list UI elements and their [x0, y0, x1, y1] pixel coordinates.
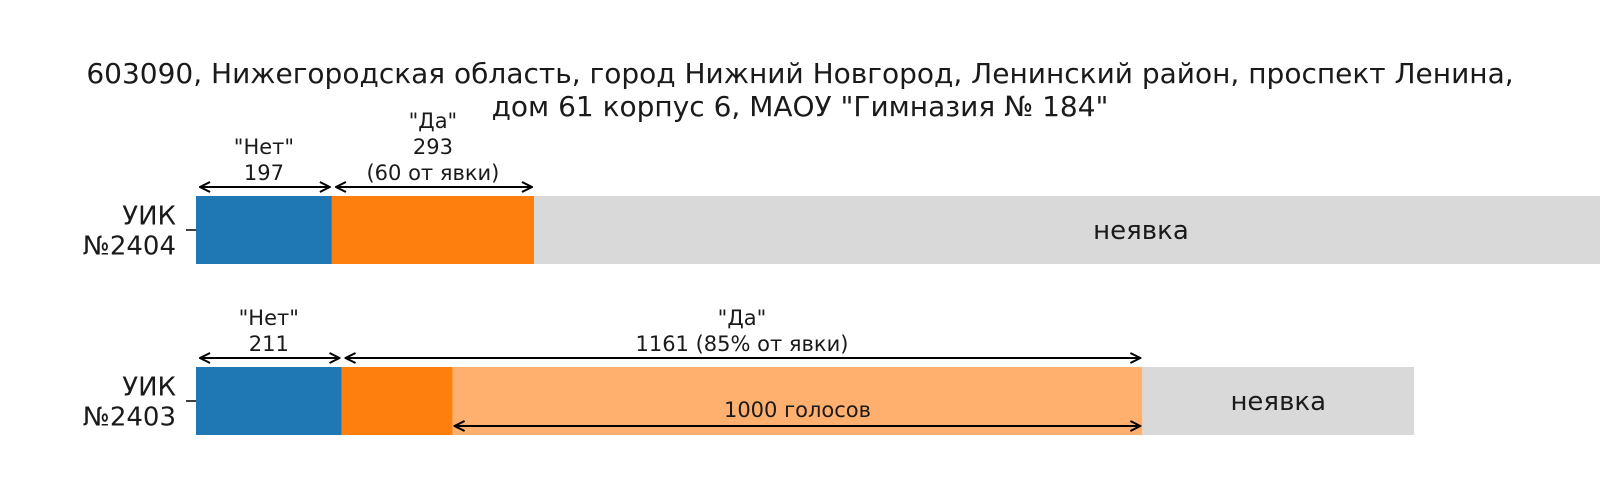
segment-label-neyavka: неявка	[1093, 216, 1189, 246]
bar-row-1: УИК №2404 неявка "Нет"197 "Да"293(60 от явки…	[83, 109, 1600, 264]
span-label-1-line-2: 197	[244, 161, 284, 185]
span-label-1-line-1: "Нет"	[239, 306, 299, 330]
title-line-2: дом 61 корпус 6, МАОУ "Гимназия № 184"	[492, 90, 1109, 123]
span-label-2-line-1: "Да"	[718, 306, 767, 330]
bar-segment-net	[196, 196, 332, 264]
span-label-2-line-2: 1161 (85% от явки)	[635, 332, 848, 356]
bar-segment-neyavka	[533, 196, 1600, 264]
span-label-1-line-1: "Нет"	[234, 135, 294, 159]
bar-segment-net	[196, 367, 342, 435]
bars: УИК №2404неявка"Нет"197"Да"293(60 от явки…	[83, 109, 1600, 435]
span-label-2-line-2: 293	[413, 135, 453, 159]
span-label-1-line-2: 211	[249, 332, 289, 356]
bar-segment-da	[341, 367, 453, 435]
chart-title: 603090, Нижегородская область, город Ниж…	[86, 57, 1513, 123]
bar-row-2: УИК №2403 1000 голосов неявка "Нет"211 "Да"11…	[83, 306, 1415, 435]
inner-span-label: 1000 голосов	[724, 398, 871, 422]
bar-segment-da	[331, 196, 534, 264]
y-tick-label: УИК №2404	[83, 202, 176, 262]
y-tick-label: УИК №2403	[83, 373, 176, 433]
span-label-2-line-1: "Да"	[409, 109, 458, 133]
span-label-2-line-3: (60 от явки)	[366, 161, 499, 185]
title-line-1: 603090, Нижегородская область, город Ниж…	[86, 57, 1513, 90]
segment-label-neyavka: неявка	[1230, 387, 1326, 417]
stacked-bar-chart: 603090, Нижегородская область, город Ниж…	[83, 57, 1600, 435]
